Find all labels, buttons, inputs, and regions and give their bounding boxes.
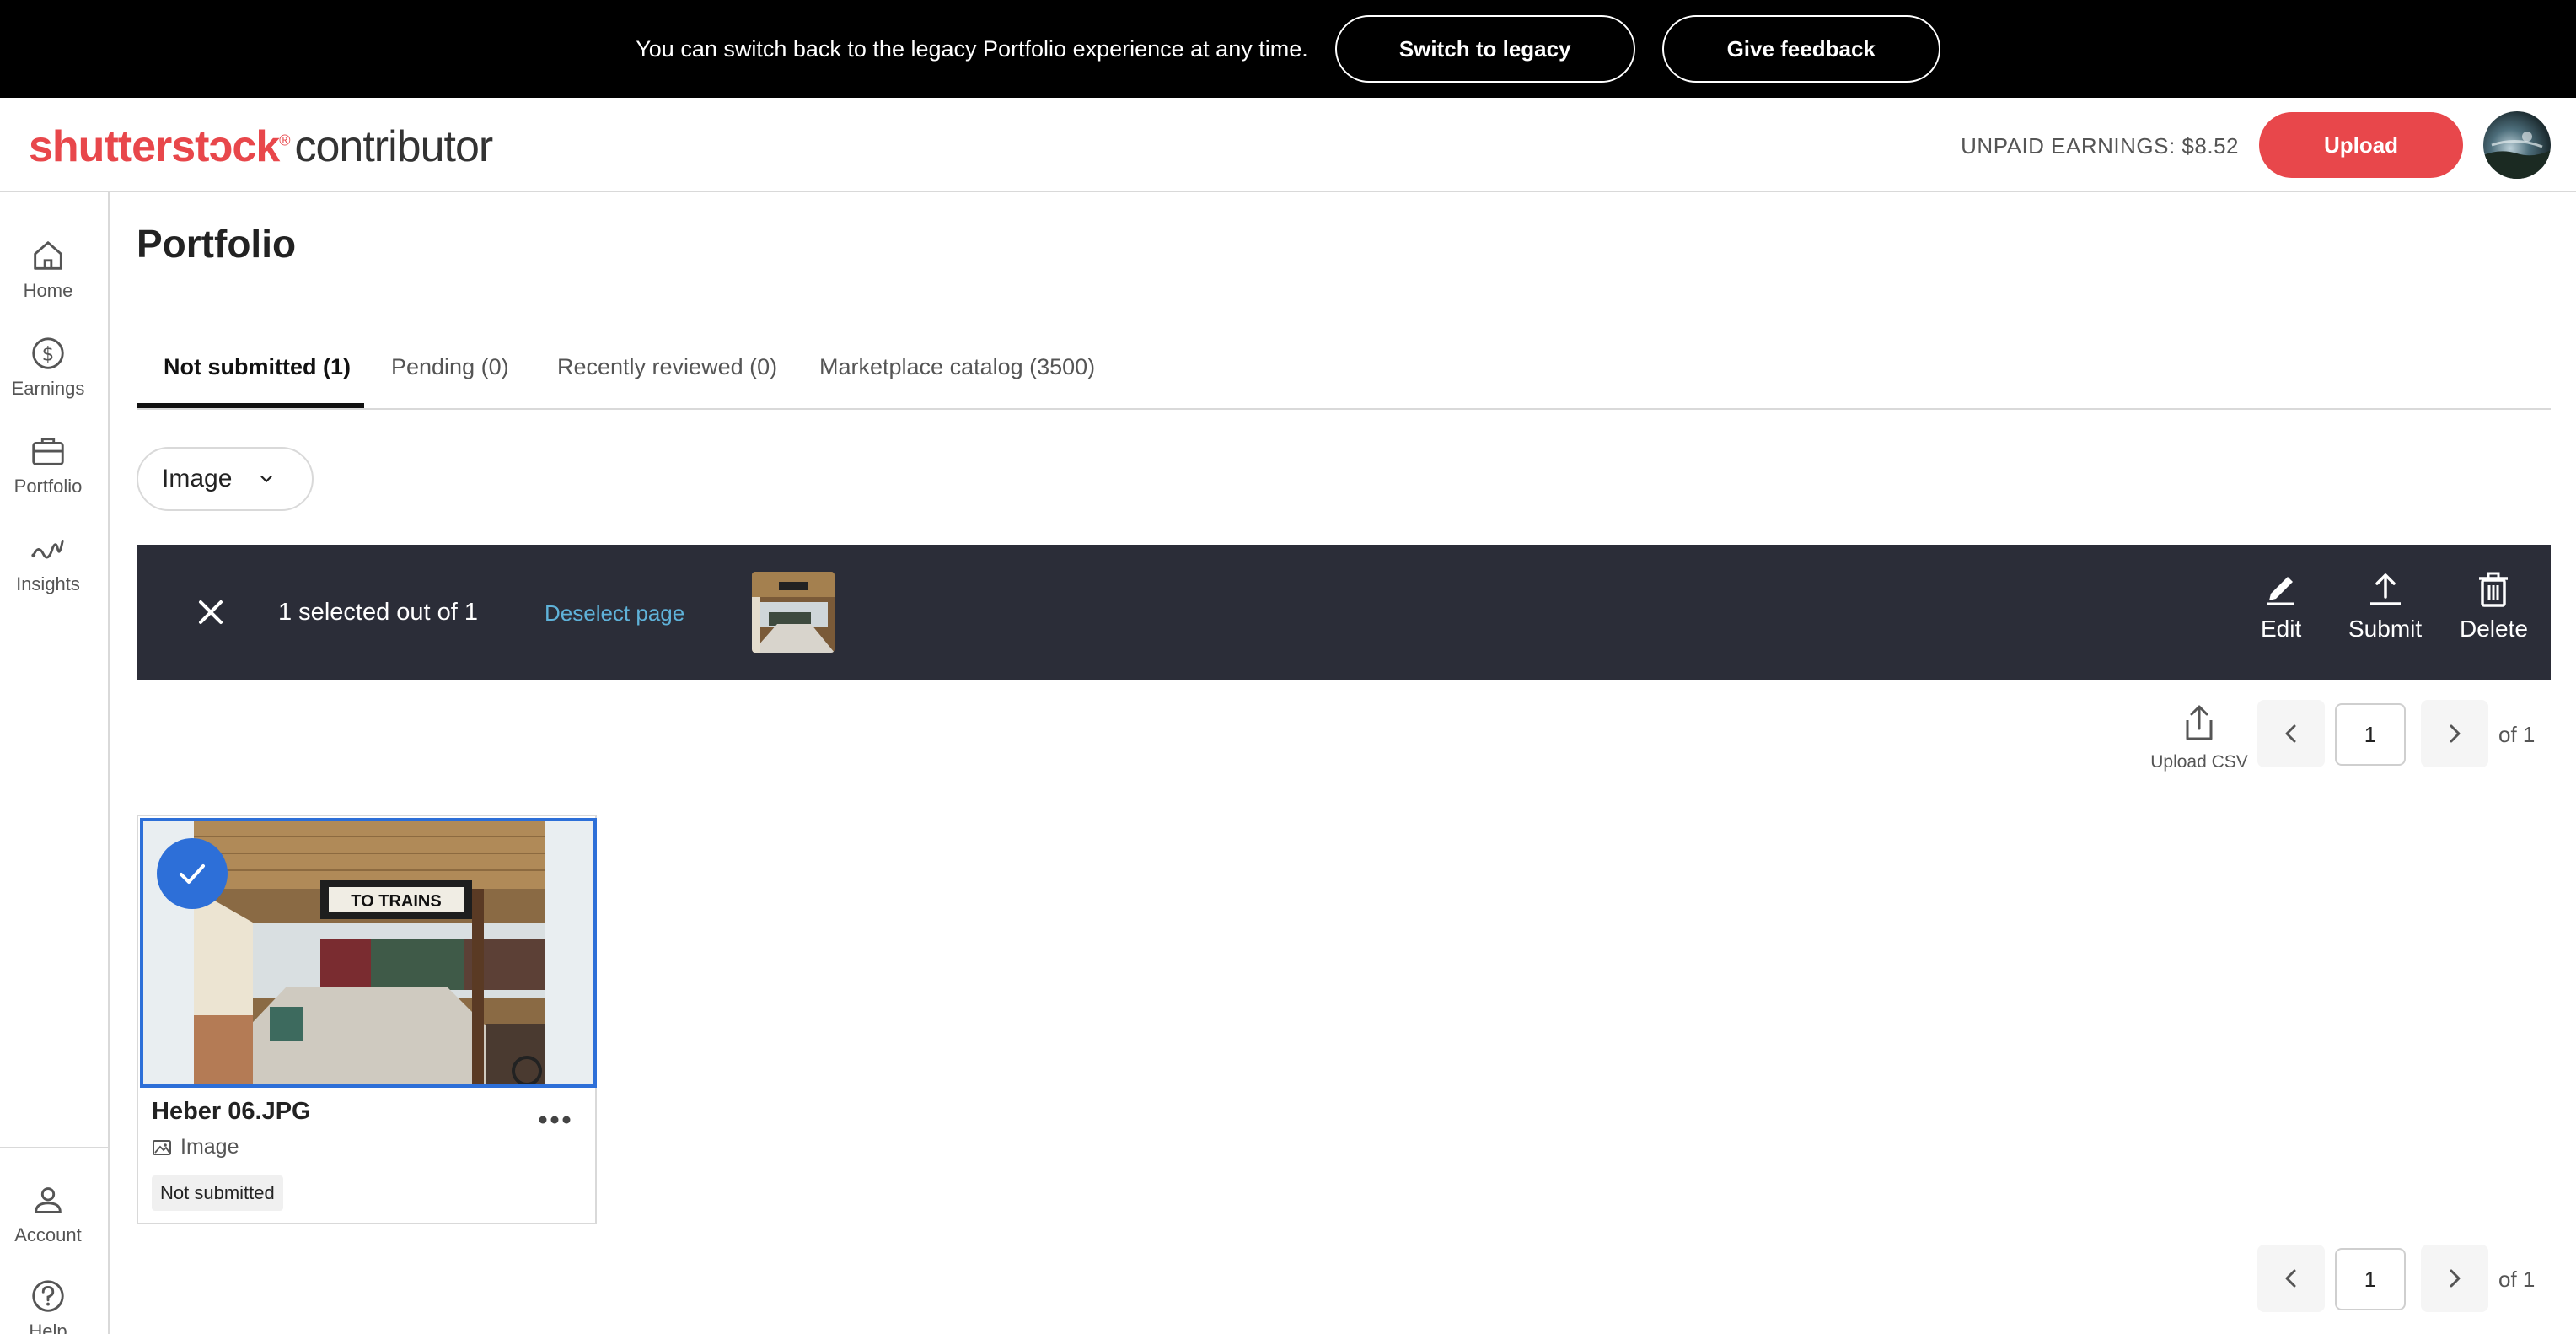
prev-page-button-top[interactable] <box>2257 700 2325 767</box>
sidebar-item-label: Earnings <box>11 378 85 399</box>
switch-to-legacy-button[interactable]: Switch to legacy <box>1334 15 1635 83</box>
dollar-icon: $ <box>32 337 64 369</box>
asset-card[interactable]: TO TRAINS Heber 06.JPG Image Not submitt… <box>137 815 597 1224</box>
logo-suffix: contributor <box>294 122 494 171</box>
tab-marketplace-catalog[interactable]: Marketplace catalog (3500) <box>819 354 1095 380</box>
chevron-right-icon <box>2450 1269 2461 1288</box>
next-page-button-bottom[interactable] <box>2421 1245 2488 1312</box>
svg-text:$: $ <box>42 344 55 366</box>
sidebar-item-portfolio[interactable]: Portfolio <box>0 432 96 498</box>
give-feedback-button[interactable]: Give feedback <box>1661 15 1940 83</box>
asset-photo: TO TRAINS <box>194 821 545 1084</box>
asset-title: Heber 06.JPG <box>152 1098 311 1125</box>
submit-button[interactable]: Submit <box>2348 568 2422 643</box>
upload-csv-button[interactable]: Upload CSV <box>2148 702 2251 772</box>
sidebar-item-insights[interactable]: Insights <box>0 530 96 595</box>
photo-sign-text: TO TRAINS <box>351 892 441 911</box>
sidebar-item-label: Insights <box>16 573 80 594</box>
avatar-image <box>2483 132 2551 179</box>
selection-bar: 1 selected out of 1 Deselect page Edit S… <box>137 545 2551 680</box>
more-icon <box>539 1116 571 1124</box>
image-icon <box>153 1139 171 1155</box>
sidebar-item-help[interactable]: Help <box>0 1277 96 1334</box>
delete-label: Delete <box>2460 616 2528 642</box>
tab-not-submitted[interactable]: Not submitted (1) <box>164 354 351 380</box>
portfolio-tabs: Not submitted (1) Pending (0) Recently r… <box>137 341 2551 410</box>
close-icon[interactable] <box>189 590 233 634</box>
chevron-right-icon <box>2450 724 2461 743</box>
legacy-banner: You can switch back to the legacy Portfo… <box>0 0 2576 98</box>
status-badge: Not submitted <box>152 1175 283 1211</box>
media-type-select[interactable]: Image <box>137 447 314 511</box>
sidebar-item-account[interactable]: Account <box>0 1181 96 1246</box>
sidebar-item-earnings[interactable]: $ Earnings <box>0 334 96 400</box>
asset-thumbnail[interactable]: TO TRAINS <box>140 818 597 1088</box>
more-options-button[interactable] <box>529 1103 580 1137</box>
unpaid-earnings[interactable]: UNPAID EARNINGS: $8.52 <box>1961 133 2239 159</box>
briefcase-icon <box>32 438 64 465</box>
page-number-input-bottom[interactable] <box>2335 1248 2406 1310</box>
upload-csv-label: Upload CSV <box>2150 752 2248 772</box>
edit-button[interactable]: Edit <box>2261 568 2301 643</box>
share-upload-icon <box>2186 705 2213 740</box>
edit-label: Edit <box>2261 616 2302 642</box>
selected-thumbnail <box>752 572 835 653</box>
sidebar-item-home[interactable]: Home <box>0 236 96 302</box>
submit-label: Submit <box>2348 616 2423 642</box>
page-title: Portfolio <box>137 222 297 266</box>
selected-thumbnail-image <box>752 572 835 653</box>
person-icon <box>35 1187 62 1213</box>
selection-count: 1 selected out of 1 <box>278 599 478 626</box>
help-icon <box>32 1280 64 1312</box>
shutterstock-logo[interactable]: shutterstɔck® contributor <box>29 121 494 172</box>
logo-registered-mark: ® <box>279 132 290 149</box>
sidebar-item-label: Account <box>14 1224 82 1245</box>
page-number-input-top[interactable] <box>2335 703 2406 766</box>
prev-page-button-bottom[interactable] <box>2257 1245 2325 1312</box>
asset-type: Image <box>152 1135 239 1159</box>
home-icon <box>34 241 62 270</box>
sidebar-item-label: Help <box>29 1321 67 1334</box>
delete-button[interactable]: Delete <box>2460 568 2528 643</box>
tab-pending[interactable]: Pending (0) <box>391 354 509 380</box>
banner-message: You can switch back to the legacy Portfo… <box>636 35 1308 62</box>
insights-icon <box>31 539 64 559</box>
app-header: shutterstɔck® contributor UNPAID EARNINGS… <box>0 98 2576 192</box>
next-page-button-top[interactable] <box>2421 700 2488 767</box>
deselect-page-link[interactable]: Deselect page <box>545 600 684 627</box>
avatar[interactable] <box>2483 111 2551 179</box>
upload-icon <box>2369 573 2401 605</box>
chevron-left-icon <box>2285 724 2296 743</box>
asset-type-label: Image <box>180 1135 239 1159</box>
selected-checkmark[interactable] <box>157 838 228 909</box>
total-pages-top: of 1 <box>2498 722 2536 747</box>
sidebar-item-label: Home <box>23 280 73 301</box>
total-pages-bottom: of 1 <box>2498 1267 2536 1292</box>
logo-brand: shutterstɔck <box>29 122 280 171</box>
sidebar-divider <box>0 1147 108 1148</box>
check-icon <box>180 864 205 884</box>
upload-button[interactable]: Upload <box>2259 112 2463 178</box>
sidebar-nav: Home $ Earnings Portfolio Insights Accou… <box>0 192 110 1334</box>
pencil-icon <box>2267 577 2295 605</box>
sidebar-item-label: Portfolio <box>13 476 83 497</box>
asset-photo-image: TO TRAINS <box>194 821 545 1084</box>
active-tab-indicator <box>137 403 364 408</box>
trash-icon <box>2479 572 2509 607</box>
media-type-value: Image <box>162 465 233 492</box>
chevron-down-icon <box>260 476 273 482</box>
chevron-left-icon <box>2285 1269 2296 1288</box>
tab-recently-reviewed[interactable]: Recently reviewed (0) <box>557 354 777 380</box>
